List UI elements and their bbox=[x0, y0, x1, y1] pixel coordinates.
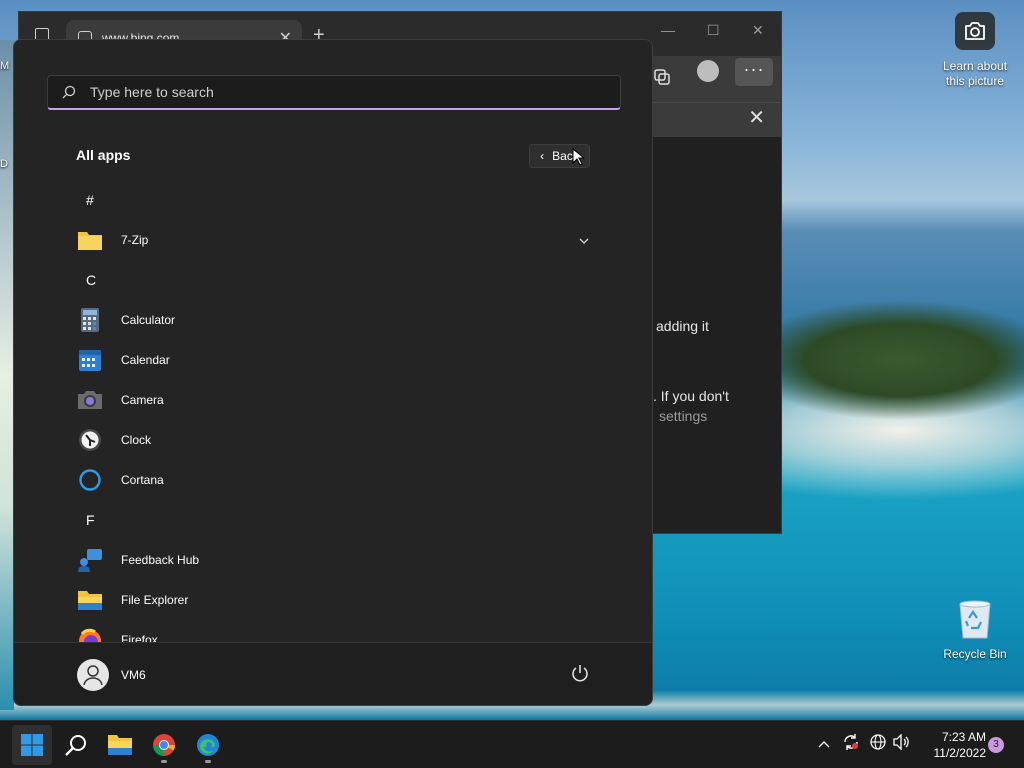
windows-logo-icon bbox=[21, 734, 43, 756]
app-item-calculator[interactable]: Calculator bbox=[14, 300, 652, 340]
recycle-bin-icon[interactable] bbox=[956, 598, 994, 640]
app-item-calendar[interactable]: Calendar bbox=[14, 340, 652, 380]
camera-icon bbox=[965, 22, 985, 40]
app-label: File Explorer bbox=[121, 593, 189, 607]
all-apps-title: All apps bbox=[76, 147, 131, 163]
section-header-f[interactable]: F bbox=[14, 500, 652, 540]
app-item-feedback-hub[interactable]: Feedback Hub bbox=[14, 540, 652, 580]
app-label: Camera bbox=[121, 393, 164, 407]
app-label: 7-Zip bbox=[121, 233, 149, 247]
desktop-clipped-label-2: D bbox=[0, 158, 8, 170]
learn-about-line-1: Learn about bbox=[942, 59, 1008, 73]
collections-icon[interactable] bbox=[653, 68, 671, 91]
clock-date: 11/2/2022 bbox=[933, 746, 987, 760]
learn-about-line-2: this picture bbox=[945, 74, 1005, 88]
show-hidden-icons-chevron-up-icon[interactable] bbox=[818, 735, 830, 751]
learn-about-picture-label: Learn about this picture bbox=[930, 59, 1020, 89]
section-header-hash[interactable]: # bbox=[14, 180, 652, 220]
all-apps-list[interactable]: # 7-Zip C Calculator Calendar Camera Clo… bbox=[14, 180, 652, 644]
edge-partial-text-3: settings bbox=[659, 408, 708, 424]
taskbar-file-explorer[interactable] bbox=[100, 725, 140, 765]
chevron-down-icon[interactable] bbox=[579, 233, 589, 247]
app-item-clock[interactable]: Clock bbox=[14, 420, 652, 460]
profile-avatar-icon[interactable] bbox=[697, 60, 719, 82]
power-button[interactable] bbox=[570, 663, 590, 688]
app-item-7zip[interactable]: 7-Zip bbox=[14, 220, 652, 260]
feedback-hub-icon bbox=[78, 549, 102, 572]
start-search-box[interactable] bbox=[47, 75, 621, 110]
power-icon bbox=[572, 665, 588, 682]
app-label: Clock bbox=[121, 433, 152, 447]
app-item-camera[interactable]: Camera bbox=[14, 380, 652, 420]
learn-about-picture-button[interactable] bbox=[955, 12, 995, 50]
clock-time: 7:23 AM bbox=[941, 730, 986, 744]
edge-icon bbox=[197, 734, 219, 756]
app-item-firefox[interactable]: Firefox bbox=[14, 620, 652, 644]
minimize-icon[interactable]: — bbox=[661, 22, 675, 38]
taskbar-search-button[interactable] bbox=[56, 725, 96, 765]
notification-badge[interactable]: 3 bbox=[988, 737, 1004, 753]
running-indicator bbox=[161, 760, 167, 763]
person-icon bbox=[83, 665, 103, 686]
user-name[interactable]: VM6 bbox=[121, 668, 146, 682]
volume-icon[interactable] bbox=[893, 733, 911, 753]
camera-icon bbox=[78, 391, 102, 409]
folder-icon bbox=[78, 232, 102, 250]
mouse-cursor-icon bbox=[572, 148, 584, 166]
chrome-icon bbox=[153, 734, 175, 756]
more-options-icon[interactable]: ··· bbox=[735, 58, 773, 86]
start-button[interactable] bbox=[12, 725, 52, 765]
app-item-cortana[interactable]: Cortana bbox=[14, 460, 652, 500]
section-letter: C bbox=[86, 272, 97, 288]
recycle-bin-label: Recycle Bin bbox=[943, 647, 1007, 661]
sync-icon[interactable] bbox=[842, 733, 860, 754]
cortana-icon bbox=[79, 469, 101, 491]
edge-partial-text-2: . If you don't bbox=[653, 388, 729, 404]
search-input[interactable] bbox=[88, 83, 572, 101]
section-letter: F bbox=[86, 512, 95, 528]
calculator-icon bbox=[81, 308, 99, 332]
section-header-c[interactable]: C bbox=[14, 260, 652, 300]
system-clock[interactable]: 7:23 AM 11/2/2022 bbox=[918, 729, 987, 761]
running-indicator bbox=[205, 760, 211, 763]
wallpaper-left-strip bbox=[0, 40, 14, 710]
app-label: Calculator bbox=[121, 313, 176, 327]
file-explorer-icon bbox=[108, 735, 132, 755]
app-label: Feedback Hub bbox=[121, 553, 200, 567]
app-label: Calendar bbox=[121, 353, 170, 367]
taskbar-chrome[interactable] bbox=[144, 725, 184, 765]
section-letter: # bbox=[86, 192, 94, 208]
app-label: Cortana bbox=[121, 473, 164, 487]
search-icon bbox=[62, 85, 76, 99]
user-avatar[interactable] bbox=[77, 659, 109, 691]
desktop-clipped-label-1: M bbox=[0, 60, 10, 72]
panel-close-icon[interactable]: ✕ bbox=[748, 105, 765, 130]
chevron-left-icon: ‹ bbox=[540, 149, 545, 163]
start-menu-footer: VM6 bbox=[14, 642, 652, 705]
app-item-file-explorer[interactable]: File Explorer bbox=[14, 580, 652, 620]
start-menu: All apps ‹ Back # 7-Zip C bbox=[13, 39, 653, 706]
maximize-icon[interactable]: ☐ bbox=[707, 22, 720, 39]
network-globe-icon[interactable] bbox=[870, 734, 886, 753]
taskbar-edge[interactable] bbox=[188, 725, 228, 765]
file-explorer-icon bbox=[78, 591, 102, 610]
search-icon bbox=[65, 735, 86, 756]
taskbar: 7:23 AM 11/2/2022 3 bbox=[0, 720, 1024, 768]
clock-icon bbox=[79, 429, 101, 451]
window-close-icon[interactable]: ✕ bbox=[752, 22, 764, 39]
edge-partial-text-1: adding it bbox=[656, 318, 709, 334]
calendar-icon bbox=[79, 350, 101, 371]
